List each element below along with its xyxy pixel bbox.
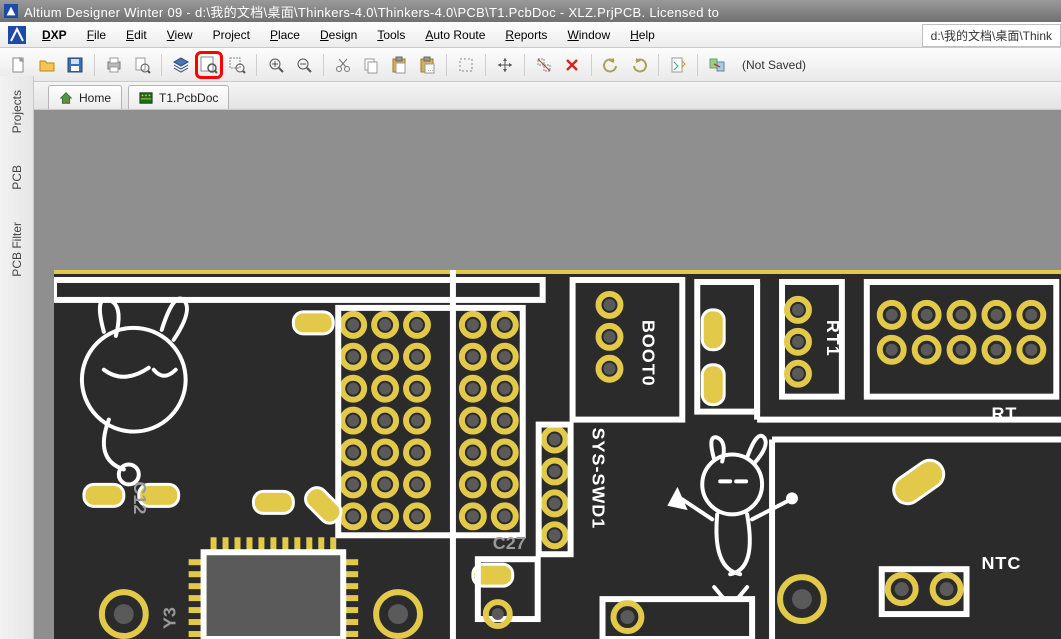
move-icon[interactable]: [492, 52, 518, 78]
deselect-icon[interactable]: [531, 52, 557, 78]
menu-dxp[interactable]: DXP: [32, 25, 77, 45]
silk-bunny-left: [82, 299, 187, 485]
toolbar-separator: [94, 54, 95, 76]
menu-reports[interactable]: Reports: [495, 25, 557, 45]
zoom-out-icon[interactable]: [291, 52, 317, 78]
silk-box: [54, 280, 543, 300]
designator-rt1: RT1: [823, 320, 843, 357]
redo-icon[interactable]: [626, 52, 652, 78]
open-path-box[interactable]: d:\我的文档\桌面\Think: [922, 24, 1061, 47]
menu-autoroute[interactable]: Auto Route: [415, 25, 495, 45]
document-tabs: Home T1.PcbDoc: [0, 82, 1061, 110]
pcb-doc-icon: [139, 91, 153, 105]
select-rect-icon[interactable]: [453, 52, 479, 78]
paste-icon[interactable]: [386, 52, 412, 78]
title-bar: Altium Designer Winter 09 - d:\我的文档\桌面\T…: [0, 0, 1061, 22]
designator-sys-swd1: SYS-SWD1: [589, 428, 609, 530]
fit-document-icon[interactable]: [196, 52, 222, 78]
save-icon[interactable]: [62, 52, 88, 78]
print-preview-icon[interactable]: [129, 52, 155, 78]
menu-place[interactable]: Place: [260, 25, 310, 45]
toolbar-separator: [524, 54, 525, 76]
tab-pcbdoc[interactable]: T1.PcbDoc: [128, 85, 229, 109]
toolbar-separator: [446, 54, 447, 76]
pcb-board[interactable]: C12 Y3 C27 BOOT0 SYS-SWD1 RT1 RT NTC: [54, 270, 1061, 639]
panel-projects[interactable]: Projects: [8, 84, 26, 139]
new-document-icon[interactable]: [6, 52, 32, 78]
designator-y3: Y3: [160, 607, 180, 629]
designator-ntc: NTC: [981, 553, 1021, 573]
window-title: Altium Designer Winter 09 - d:\我的文档\桌面\T…: [24, 2, 719, 21]
silk-box: [573, 280, 683, 420]
toolbar-separator: [323, 54, 324, 76]
menu-window[interactable]: Window: [557, 25, 620, 45]
tab-home[interactable]: Home: [48, 85, 122, 109]
copy-icon[interactable]: [358, 52, 384, 78]
open-folder-icon[interactable]: [34, 52, 60, 78]
crossprobe-icon[interactable]: [704, 52, 730, 78]
toolbar-separator: [161, 54, 162, 76]
menu-file[interactable]: File: [77, 25, 116, 45]
menu-edit[interactable]: Edit: [116, 25, 157, 45]
main-toolbar: … (Not Saved): [0, 48, 1061, 82]
toolbar-separator: [256, 54, 257, 76]
run-script-icon[interactable]: [665, 52, 691, 78]
toolbar-separator: [658, 54, 659, 76]
tab-label: T1.PcbDoc: [159, 91, 218, 105]
designator-c27: C27: [493, 533, 526, 553]
menu-design[interactable]: Design: [310, 25, 367, 45]
silk-bunny-right: [670, 436, 796, 599]
panel-pcb[interactable]: PCB: [8, 159, 26, 196]
designator-rt: RT: [991, 404, 1017, 424]
menu-tools[interactable]: Tools: [367, 25, 415, 45]
undo-icon[interactable]: [598, 52, 624, 78]
cut-icon[interactable]: [330, 52, 356, 78]
pcb-workspace[interactable]: C12 Y3 C27 BOOT0 SYS-SWD1 RT1 RT NTC: [34, 110, 1061, 639]
menu-view[interactable]: View: [157, 25, 203, 45]
chip-tqfp: [189, 537, 359, 639]
designator-boot0: BOOT0: [638, 320, 658, 387]
menu-help[interactable]: Help: [620, 25, 665, 45]
layers-icon[interactable]: [168, 52, 194, 78]
home-icon: [59, 91, 73, 105]
menu-bar: DXP File Edit View Project Place Design …: [0, 22, 1061, 48]
print-icon[interactable]: [101, 52, 127, 78]
toolbar-separator: [591, 54, 592, 76]
save-status: (Not Saved): [742, 58, 806, 72]
toolbar-separator: [485, 54, 486, 76]
clear-icon[interactable]: [559, 52, 585, 78]
app-icon: [4, 4, 18, 18]
dxp-icon[interactable]: [8, 26, 26, 44]
zoom-in-icon[interactable]: [263, 52, 289, 78]
svg-text:…: …: [427, 66, 434, 73]
zoom-selection-icon[interactable]: [224, 52, 250, 78]
designator-c12: C12: [130, 481, 150, 514]
menu-project[interactable]: Project: [203, 25, 260, 45]
side-panels: Projects PCB PCB Filter: [0, 76, 34, 639]
paste-special-icon[interactable]: …: [414, 52, 440, 78]
toolbar-separator: [697, 54, 698, 76]
tab-label: Home: [79, 91, 111, 105]
panel-pcb-filter[interactable]: PCB Filter: [8, 216, 26, 283]
